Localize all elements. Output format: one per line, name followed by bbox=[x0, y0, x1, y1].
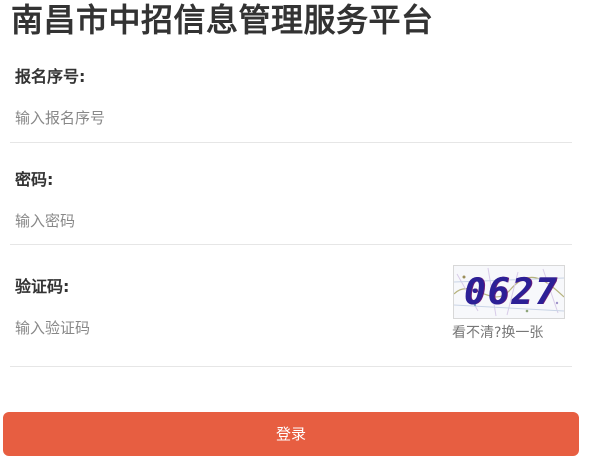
password-divider bbox=[10, 244, 572, 245]
captcha-image[interactable]: 0627 bbox=[453, 265, 565, 319]
captcha-code-text: 0627 bbox=[464, 272, 559, 313]
captcha-input[interactable] bbox=[15, 315, 345, 341]
page-title: 南昌市中招信息管理服务平台 bbox=[11, 1, 434, 39]
login-page: 南昌市中招信息管理服务平台 报名序号: 密码: 验证码: 0627 看不清?换一… bbox=[0, 0, 589, 472]
registration-number-label: 报名序号: bbox=[15, 67, 86, 86]
registration-number-input[interactable] bbox=[15, 105, 435, 131]
registration-divider bbox=[10, 142, 572, 143]
captcha-refresh-link[interactable]: 看不清?换一张 bbox=[452, 323, 543, 343]
captcha-divider bbox=[10, 366, 572, 367]
password-label: 密码: bbox=[15, 170, 54, 189]
captcha-label: 验证码: bbox=[15, 277, 70, 296]
password-input[interactable] bbox=[15, 208, 435, 234]
login-button[interactable]: 登录 bbox=[3, 412, 579, 456]
